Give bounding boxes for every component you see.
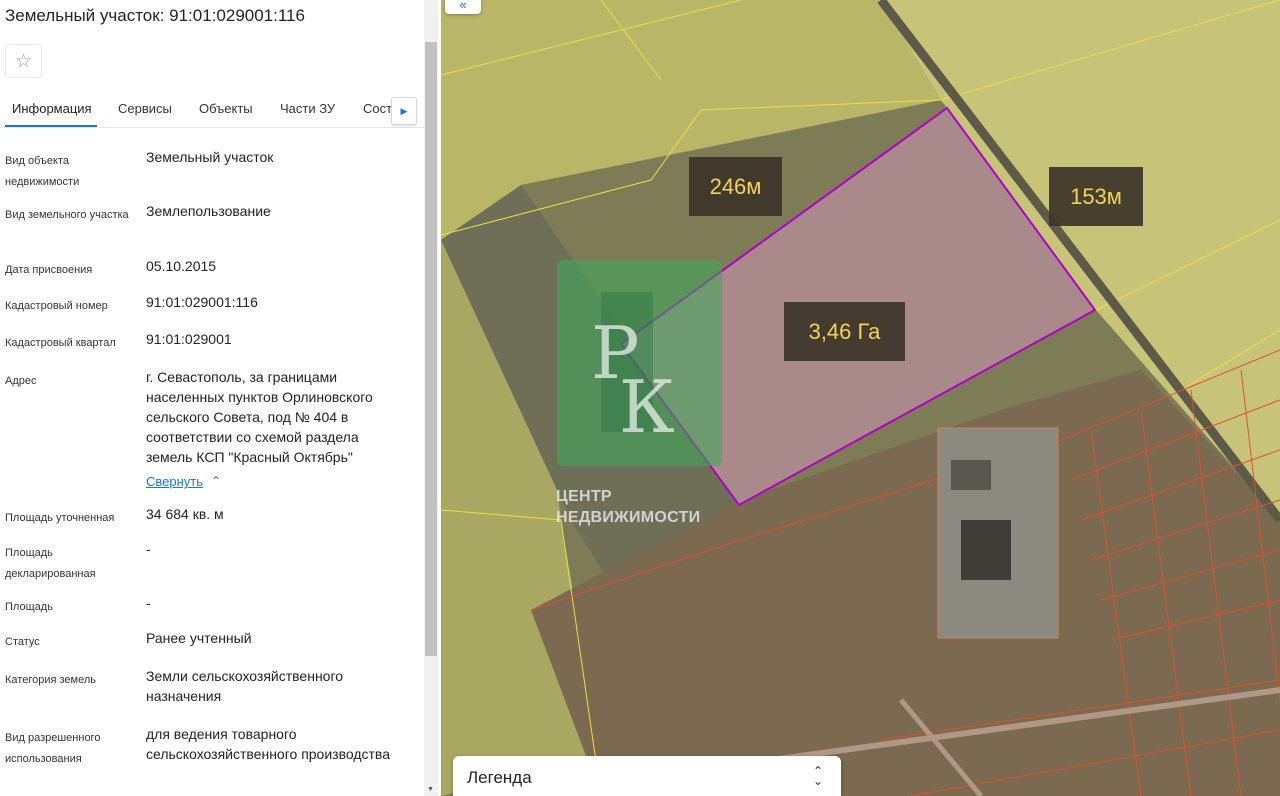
building [961,520,1011,580]
area-label: 3,46 Га [784,302,905,361]
scrollbar-thumb[interactable] [425,42,437,656]
logo-monogram-k: К [619,365,675,449]
field-label: Вид разрешенного использования [5,732,101,765]
satellite-map: Р К [441,0,1280,796]
field-label: Статус [5,636,40,648]
panel-title: Земельный участок: 91:01:029001:116 [5,6,305,25]
logo-text: ЦЕНТР НЕДВИЖИМОСТИ [556,486,700,528]
field-value: для ведения товарного сельскохозяйственн… [146,726,390,762]
field-value: - [146,595,151,611]
collapse-address-link[interactable]: Свернуть [146,474,203,489]
collapse-panel-button[interactable]: « [445,0,481,14]
active-tab-indicator [5,125,97,127]
field-value: 05.10.2015 [146,258,217,274]
side-length-label: 153м [1049,167,1143,226]
field-value: - [146,541,151,557]
tab-bar: Информация Сервисы Объекты Части ЗУ Сост [0,90,424,128]
caret-right-icon: ▶ [400,105,408,116]
expand-arrows-icon: ⌃ ⌄ [812,764,823,788]
favorite-button[interactable]: ☆ [5,44,42,78]
field-label: Вид земельного участка [5,209,129,221]
field-label: Кадастровый квартал [5,337,116,349]
tab-scroll-right-button[interactable]: ▶ [391,97,417,125]
field-label: Дата присвоения [5,264,93,276]
field-label: Площадь [5,601,53,613]
field-value: Ранее учтенный [146,630,252,646]
logo-line-2: НЕДВИЖИМОСТИ [556,509,701,526]
field-label: Категория земель [5,674,96,686]
tab-parts[interactable]: Части ЗУ [280,101,335,116]
field-label: Площадь уточненная [5,512,115,524]
field-value: 91:01:029001:116 [146,294,258,310]
building [951,460,991,490]
scroll-down-arrow-icon[interactable]: ▼ [427,786,434,793]
field-label: Площадь декларированная [5,547,96,580]
field-value: Землепользование [146,203,271,219]
chevron-up-icon[interactable]: ⌃ [211,474,221,488]
tab-services[interactable]: Сервисы [118,101,172,116]
field-value: Земельный участок [146,149,274,165]
double-chevron-left-icon: « [459,0,467,12]
map-view[interactable]: Р К ЦЕНТР НЕДВИЖИМОСТИ 246м 153м 3,46 Га… [441,0,1280,796]
legend-title: Легенда [467,768,532,787]
logo-line-1: ЦЕНТР [556,488,612,505]
tab-objects[interactable]: Объекты [199,101,253,116]
field-label: Кадастровый номер [5,300,108,312]
field-value: г. Севастополь, за границами населенных … [146,369,373,465]
star-icon: ☆ [14,50,33,72]
field-value: 34 684 кв. м [146,506,224,522]
side-length-label: 246м [689,157,782,216]
info-panel: Земельный участок: 91:01:029001:116 ☆ Ин… [0,0,438,796]
legend-dropdown[interactable]: Легенда ⌃ ⌄ [453,756,841,796]
tab-information[interactable]: Информация [12,101,92,116]
tab-composition[interactable]: Сост [363,101,392,116]
field-label: Вид объекта недвижимости [5,155,80,188]
field-label: Адрес [5,375,37,387]
field-value: 91:01:029001 [146,331,232,347]
field-value: Земли сельскохозяйственного назначения [146,668,344,704]
